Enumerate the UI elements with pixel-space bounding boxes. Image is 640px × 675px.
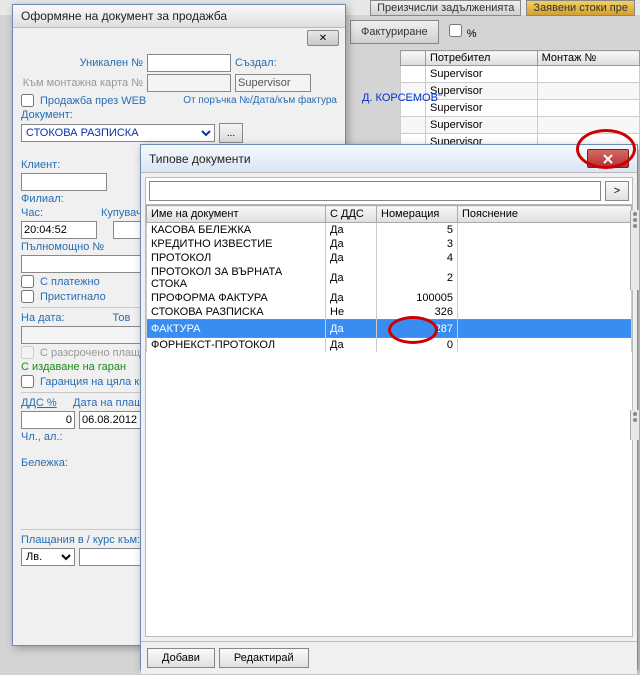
- search-go-button[interactable]: >: [605, 181, 629, 201]
- note-label: Бележка:: [21, 457, 68, 469]
- grid-cell[interactable]: Supervisor: [426, 117, 538, 134]
- from-order-label: От поръчка №/Дата/към фактура: [183, 95, 337, 106]
- web-sale-label: Продажба през WEB: [40, 95, 146, 107]
- grid-cell[interactable]: Supervisor: [426, 66, 538, 83]
- col-desc[interactable]: Пояснение: [458, 206, 632, 223]
- doc-types-dialog: Типове документи > Име на документ С ДДС…: [140, 144, 638, 670]
- invoicing-button[interactable]: Фактуриране: [350, 20, 439, 44]
- vat-input[interactable]: [21, 411, 75, 429]
- dialog-title: Типове документи: [149, 152, 251, 166]
- buyer-label: Купувач: [101, 207, 142, 219]
- tov-label: Тов: [113, 312, 131, 324]
- grid-cell[interactable]: Supervisor: [426, 83, 538, 100]
- splitter-handle[interactable]: [630, 410, 640, 440]
- hour-label: Час:: [21, 207, 43, 219]
- tocard-input: [147, 74, 231, 92]
- installment-check: [21, 346, 34, 359]
- ordered-goods-button[interactable]: Заявени стоки пре: [526, 0, 635, 16]
- table-row[interactable]: КРЕДИТНО ИЗВЕСТИЕДа3: [147, 237, 632, 251]
- search-input[interactable]: [149, 181, 601, 201]
- supervisor-field: [235, 74, 311, 92]
- client-input[interactable]: [21, 173, 107, 191]
- currency-select[interactable]: Лв.: [21, 548, 75, 566]
- proxy-label: Пълномощно №: [21, 241, 104, 253]
- client-label: Клиент:: [21, 159, 60, 171]
- edit-button[interactable]: Редактирай: [219, 648, 309, 668]
- unique-label: Уникален №: [21, 57, 143, 69]
- payments-label: Плащания в / курс към:: [21, 534, 140, 546]
- dialog-close-button[interactable]: [587, 149, 629, 168]
- recalc-button[interactable]: Преизчисли задълженията: [370, 0, 521, 16]
- col-numeration[interactable]: Номерация: [377, 206, 458, 223]
- col-user[interactable]: Потребител: [426, 51, 538, 66]
- splitter-handle[interactable]: [630, 210, 640, 290]
- pct-check[interactable]: %: [449, 24, 477, 40]
- document-select[interactable]: СТОКОВА РАЗПИСКА: [21, 124, 215, 142]
- table-row[interactable]: ПРОТОКОЛ ЗА ВЪРНАТА СТОКАДа2: [147, 265, 632, 291]
- warranty-full-check[interactable]: [21, 375, 34, 388]
- time-input[interactable]: [21, 221, 97, 239]
- warranty-issue-label: С издаване на гаран: [21, 361, 126, 373]
- window-title: Оформяне на документ за продажба: [21, 9, 227, 23]
- created-label: Създал:: [235, 57, 277, 69]
- table-row[interactable]: СТОКОВА РАЗПИСКАНе326: [147, 305, 632, 320]
- doc-label: Документ:: [21, 109, 73, 121]
- add-button[interactable]: Добави: [147, 648, 215, 668]
- branch-label: Филиал:: [21, 193, 64, 205]
- arrived-check[interactable]: [21, 290, 34, 303]
- paydate-label: Дата на плащ: [73, 397, 143, 409]
- col-vat[interactable]: С ДДС: [326, 206, 377, 223]
- ondate-input: [21, 326, 147, 344]
- withpay-check[interactable]: [21, 275, 34, 288]
- table-row[interactable]: ФОРНЕКСТ-ПРОТОКОЛДа0: [147, 338, 632, 353]
- col-install[interactable]: Монтаж №: [537, 51, 639, 66]
- client-link[interactable]: Д. КОРСЕМОВ'': [362, 92, 442, 104]
- window-titlebar: Оформяне на документ за продажба: [13, 5, 345, 28]
- web-sale-check[interactable]: [21, 94, 34, 107]
- close-icon[interactable]: ✕: [307, 30, 339, 46]
- proxy-input[interactable]: [21, 255, 147, 273]
- document-browse-button[interactable]: ...: [219, 123, 243, 143]
- table-row[interactable]: ПРОТОКОЛДа4: [147, 251, 632, 265]
- unique-input[interactable]: [147, 54, 231, 72]
- art-label: Чл., ал.:: [21, 431, 63, 443]
- table-row[interactable]: КАСОВА БЕЛЕЖКАДа5: [147, 223, 632, 238]
- close-icon: [602, 154, 614, 164]
- table-row-selected[interactable]: ФАКТУРАДа287: [147, 320, 632, 338]
- table-row[interactable]: ПРОФОРМА ФАКТУРАДа100005: [147, 291, 632, 305]
- tocard-label: Към монтажна карта №: [21, 77, 143, 89]
- grid-cell[interactable]: Supervisor: [426, 100, 538, 117]
- doc-types-table: Име на документ С ДДС Номерация Пояснени…: [146, 205, 632, 352]
- col-docname[interactable]: Име на документ: [147, 206, 326, 223]
- ondate-label: На дата:: [21, 312, 65, 324]
- vat-label: ДДС %: [21, 397, 69, 409]
